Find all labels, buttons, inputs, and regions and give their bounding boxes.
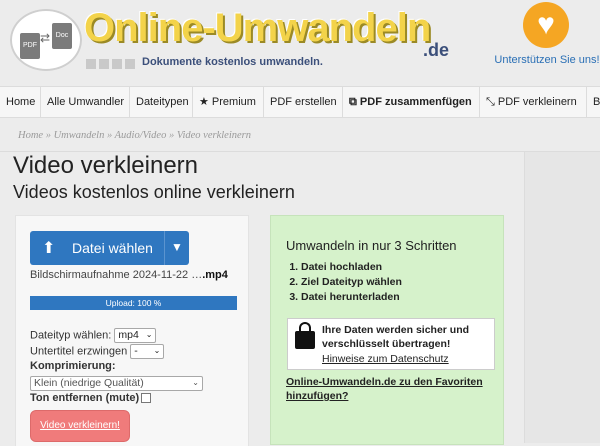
support-link[interactable]: ♥ Unterstützen Sie uns! (494, 0, 600, 86)
upload-progress-bar: Upload: 100 % (30, 296, 237, 310)
list-item: Ziel Dateityp wählen (301, 275, 402, 290)
subtitles-label: Untertitel erzwingen (30, 345, 128, 358)
filetype-select[interactable]: mp4 ⌄ (114, 328, 157, 343)
mute-label: Ton entfernen (mute) (30, 392, 140, 404)
star-icon: ★ (199, 96, 212, 108)
logo-decoration (86, 56, 141, 69)
security-text: Ihre Daten werden sicher und verschlüssel… (322, 324, 470, 350)
compress-video-button[interactable]: Video verkleinern! (30, 410, 130, 442)
doc-file-icon: Doc (52, 23, 72, 49)
nav-home[interactable]: Home (0, 87, 41, 117)
list-item: Datei hochladen (301, 260, 402, 275)
logo-badge[interactable]: PDF Doc ⇄ (10, 9, 82, 71)
breadcrumb-text[interactable]: Home » Umwandeln » Audio/Video » Video v… (18, 130, 251, 141)
chevron-down-icon[interactable]: ▼ (171, 240, 183, 254)
privacy-link[interactable]: Hinweise zum Datenschutz (322, 353, 449, 365)
steps-list: Datei hochladen Ziel Dateityp wählen Dat… (271, 260, 402, 305)
main-nav: Home Alle Umwandler Dateitypen ★ Premium… (0, 86, 600, 118)
mute-row: Ton entfernen (mute) (30, 392, 152, 404)
choose-file-button[interactable]: ⬆ Datei wählen ▼ (30, 231, 189, 265)
subtitles-row: Untertitel erzwingen - ⌄ (30, 344, 165, 359)
steps-panel: Umwandeln in nur 3 Schritten Datei hochl… (270, 215, 504, 445)
right-sidebar (524, 152, 600, 443)
lock-icon (295, 322, 315, 349)
page-title: Video verkleinern (13, 152, 199, 179)
support-label[interactable]: Unterstützen Sie uns! (494, 54, 600, 66)
favorites-link[interactable]: Online-Umwandeln.de zu den Favoriten hin… (286, 375, 501, 403)
copy-icon: ⧉ (349, 96, 360, 108)
nav-premium[interactable]: ★ Premium (193, 87, 264, 117)
compress-icon: ⤡ (486, 96, 498, 108)
upload-panel: ⬆ Datei wählen ▼ Bildschirmaufnahme 2024… (15, 215, 249, 446)
heart-icon[interactable]: ♥ (523, 2, 569, 48)
breadcrumb: Home » Umwandeln » Audio/Video » Video v… (0, 117, 600, 152)
nav-create-pdf[interactable]: PDF erstellen (264, 87, 343, 117)
page-subtitle: Videos kostenlos online verkleinern (13, 182, 295, 202)
compression-select[interactable]: Klein (niedrige Qualität) ⌄ (30, 376, 203, 391)
upload-icon: ⬆ (42, 240, 56, 257)
filetype-row: Dateityp wählen: mp4 ⌄ (30, 328, 157, 343)
subtitles-select[interactable]: - ⌄ (130, 344, 165, 359)
brand-logo-text[interactable]: Online-Umwandeln (84, 6, 431, 51)
compression-label: Komprimierung: (30, 360, 116, 372)
nav-more[interactable]: B (587, 87, 600, 117)
mute-checkbox[interactable] (141, 393, 152, 404)
brand-tld: .de (423, 40, 450, 60)
main-content: Video verkleinern Videos kostenlos onlin… (0, 152, 522, 446)
convert-arrows-icon: ⇄ (40, 31, 51, 45)
nav-file-types[interactable]: Dateitypen (130, 87, 193, 117)
brand-tagline: Dokumente kostenlos umwandeln. (142, 56, 323, 68)
nav-all-converters[interactable]: Alle Umwandler (41, 87, 130, 117)
steps-title: Umwandeln in nur 3 Schritten (286, 238, 457, 253)
nav-compress-pdf[interactable]: ⤡ PDF verkleinern (480, 87, 587, 117)
nav-merge-pdf[interactable]: ⧉ PDF zusammenfügen (343, 87, 480, 117)
choose-file-label: Datei wählen (72, 240, 153, 256)
filetype-label: Dateityp wählen: (30, 329, 112, 342)
pdf-doc-icon: PDF (20, 33, 40, 59)
uploaded-filename: Bildschirmaufnahme 2024-11-22 ….mp4 (30, 269, 228, 281)
list-item: Datei herunterladen (301, 290, 402, 305)
security-notice: Ihre Daten werden sicher und verschlüssel… (287, 318, 495, 370)
site-header: PDF Doc ⇄ Online-Umwandeln .de Dokumente… (0, 0, 600, 86)
compression-row: Klein (niedrige Qualität) ⌄ (30, 376, 203, 391)
